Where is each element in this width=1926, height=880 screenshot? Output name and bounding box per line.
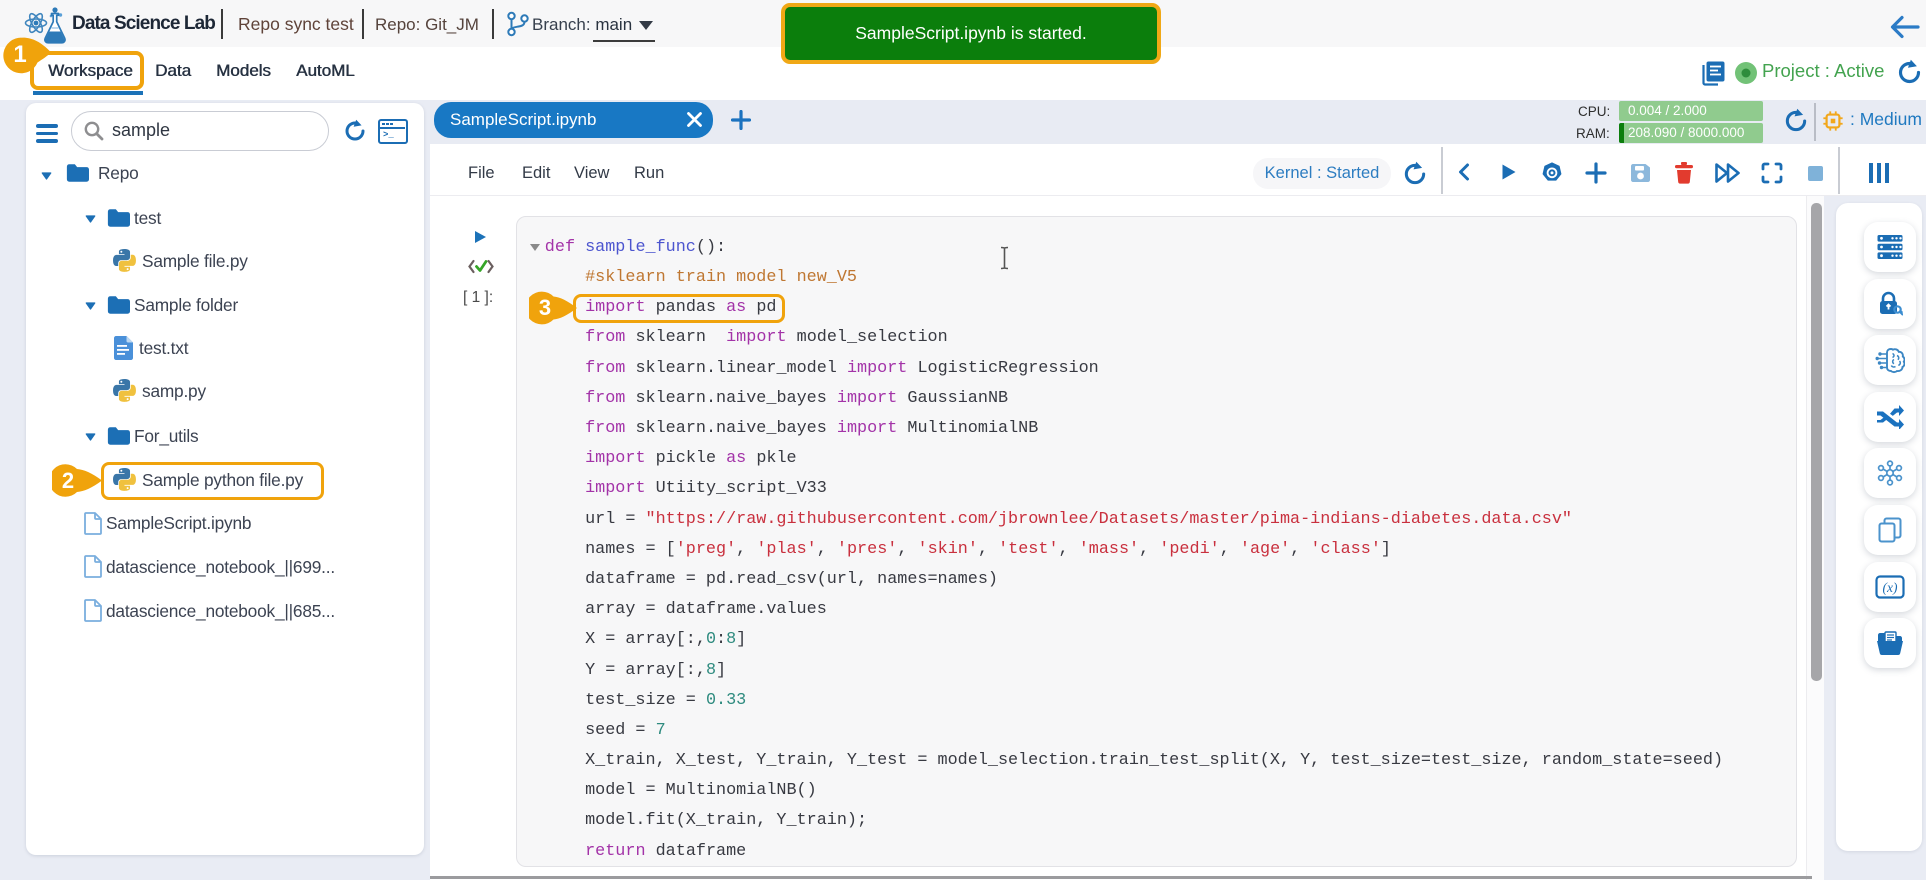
svg-text:(x): (x) [1883, 580, 1898, 595]
